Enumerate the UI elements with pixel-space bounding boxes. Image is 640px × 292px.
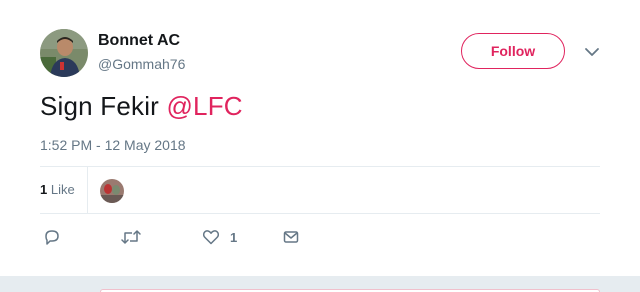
mention-link[interactable]: @LFC [166, 91, 242, 121]
tweet-body: Sign Fekir [40, 91, 167, 121]
tweet-timestamp[interactable]: 1:52 PM - 12 May 2018 [40, 137, 186, 153]
like-button[interactable]: 1 [202, 227, 237, 247]
likes-label: Like [50, 182, 75, 197]
author-handle[interactable]: @Gommah76 [98, 56, 185, 72]
retweet-button[interactable] [120, 227, 142, 247]
retweet-icon [121, 230, 141, 244]
envelope-icon [283, 231, 299, 243]
likes-summary[interactable]: 1 Like [40, 182, 75, 197]
follow-button[interactable]: Follow [461, 33, 565, 69]
reply-button[interactable] [43, 227, 61, 247]
chevron-down-icon[interactable] [584, 45, 600, 57]
like-action-count: 1 [230, 229, 238, 245]
tweet-text: Sign Fekir @LFC [40, 91, 243, 122]
tweet-card: Bonnet AC @Gommah76 Follow Sign Fekir @L… [0, 0, 640, 276]
heart-icon [202, 230, 220, 245]
divider [40, 166, 600, 167]
direct-message-button[interactable] [282, 227, 300, 247]
avatar-photo [40, 29, 88, 77]
liker-avatar[interactable] [100, 179, 124, 203]
author-avatar[interactable] [40, 29, 88, 77]
divider [40, 213, 600, 214]
author-display-name[interactable]: Bonnet AC [98, 32, 180, 50]
reply-icon [45, 230, 59, 245]
stats-divider [87, 167, 88, 213]
likes-count: 1 [40, 182, 48, 197]
